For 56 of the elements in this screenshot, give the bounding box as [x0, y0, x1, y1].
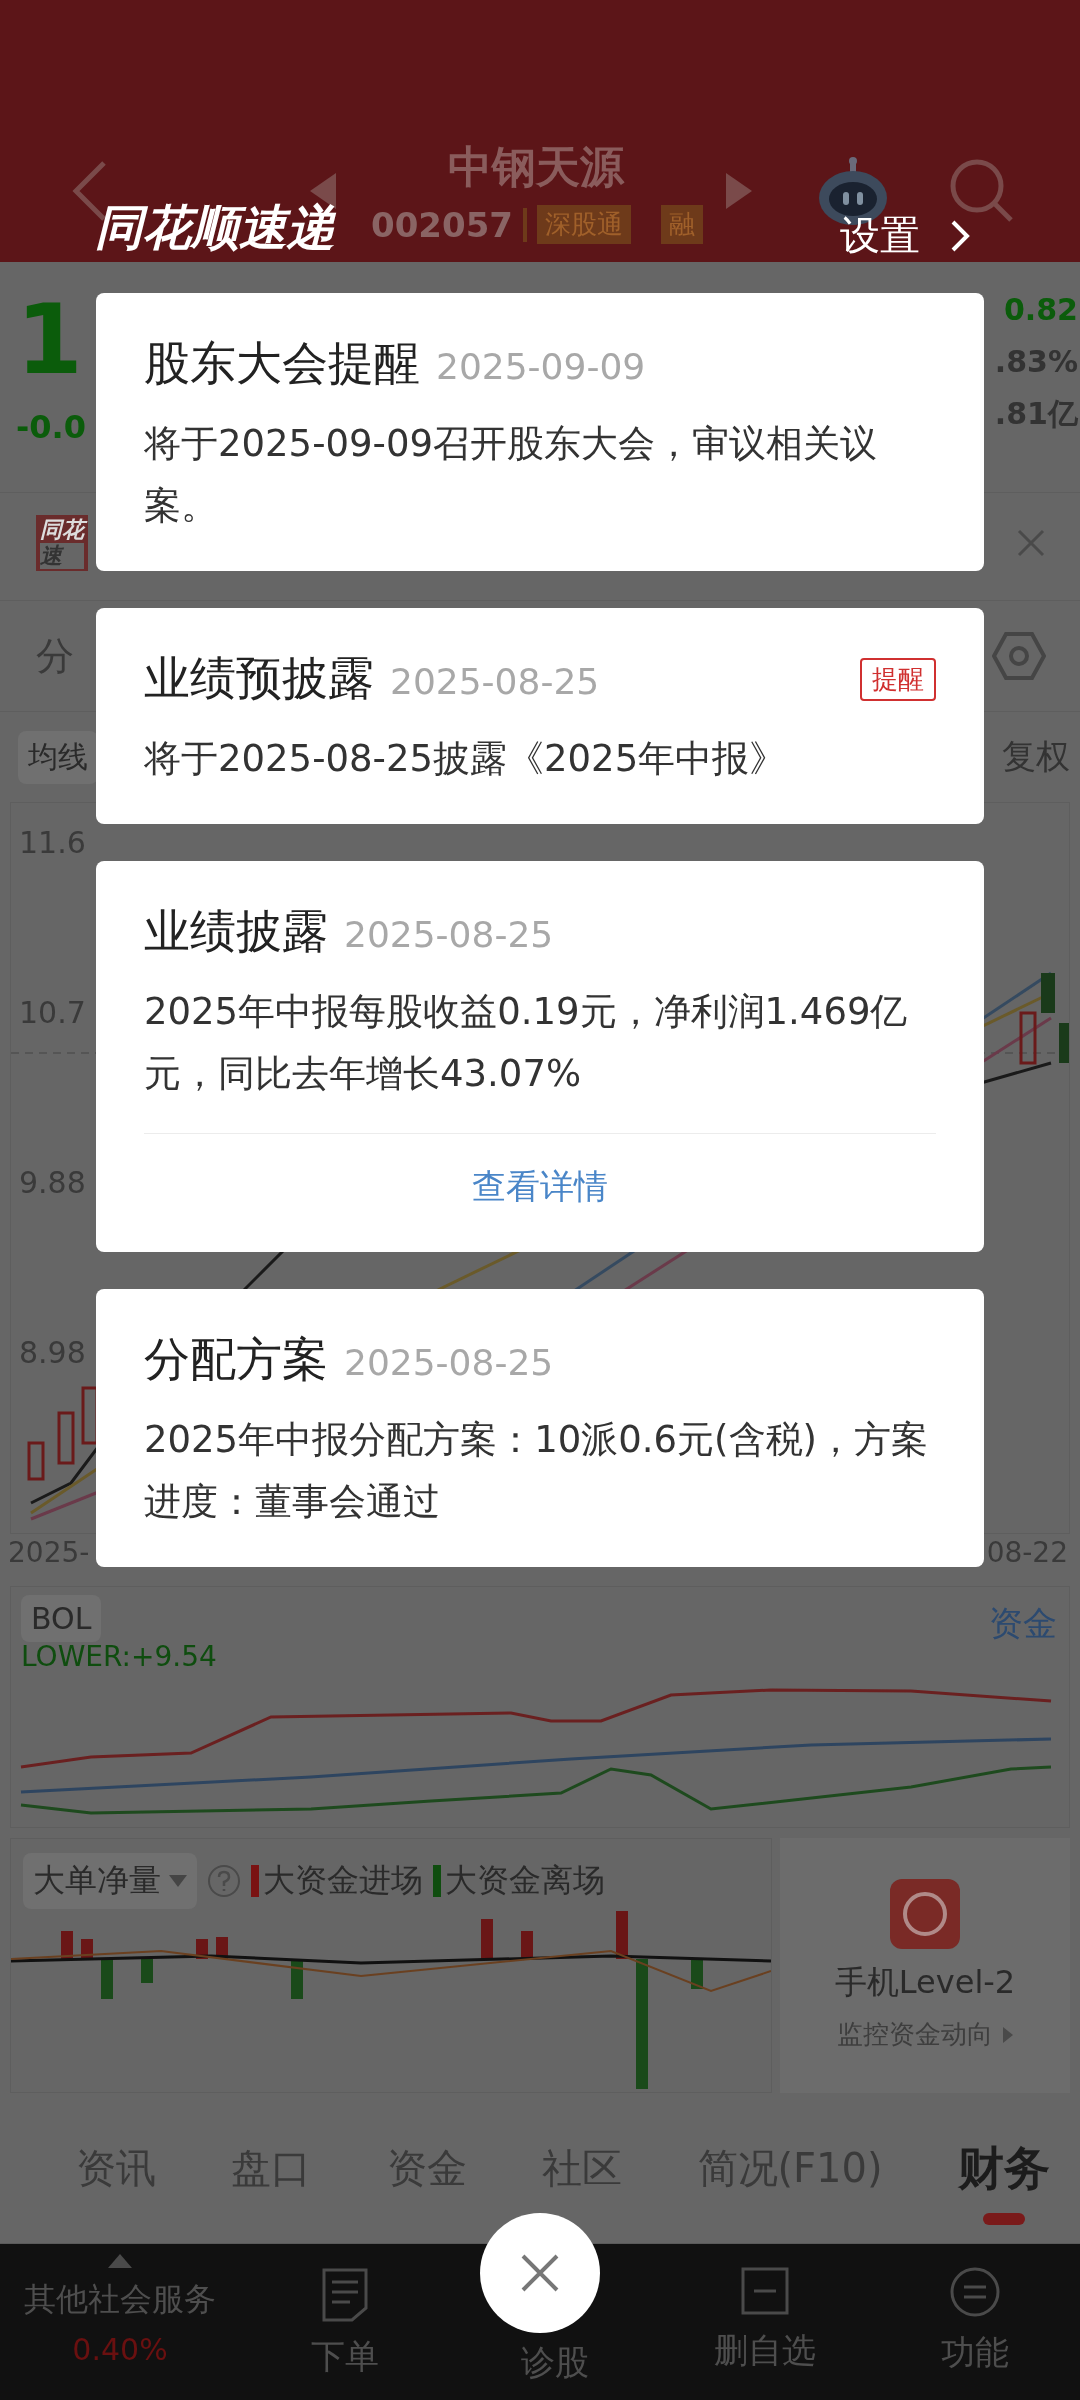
help-icon[interactable]: [207, 1864, 241, 1898]
service-label[interactable]: 其他社会服务: [24, 2278, 216, 2322]
bottom-action[interactable]: 诊股: [450, 2340, 660, 2387]
stock-price: 1: [16, 290, 84, 390]
close-icon: [520, 2253, 560, 2293]
notice-date: 2025-08-25: [390, 661, 600, 702]
caret-icon: [1003, 2026, 1013, 2043]
next-icon[interactable]: [726, 173, 752, 209]
notice-title: 股东大会提醒: [144, 335, 420, 392]
stock-code: 002057: [371, 204, 513, 245]
notice-text: 将于2025-09-09召开股东大会，审议相关议案。: [144, 421, 879, 529]
notice-title: 分配方案: [144, 1331, 328, 1388]
document-icon: [320, 2266, 370, 2322]
bottom-action[interactable]: 删自选: [660, 2244, 870, 2375]
section-tab[interactable]: 财务: [958, 2143, 1050, 2193]
promo-title: 手机Level-2: [834, 1962, 1016, 2003]
candlestick: [27, 1441, 45, 1481]
menu-icon: [949, 2266, 1001, 2318]
notice-text: 2025年中报每股收益0.19元，净利润1.469亿元，同比去年增长43.07%: [144, 989, 909, 1097]
indicator-dropdown[interactable]: 大单净量: [23, 1853, 197, 1909]
candlestick: [1059, 1023, 1069, 1063]
notice-text: 将于2025-08-25披露《2025年中报》: [144, 736, 788, 782]
level-two-icon: [890, 1879, 960, 1949]
quote-stat: 0.82: [1003, 292, 1078, 328]
legend-label: 大资金离场: [445, 1860, 605, 1901]
legend-label: 大资金进场: [263, 1860, 423, 1901]
notice-text: 2025年中报分配方案：10派0.6元(含税)，方案进度：董事会通过: [144, 1417, 929, 1525]
chevron-icon: [950, 218, 970, 253]
price-change: -0.0: [16, 408, 86, 446]
candlestick: [1019, 1011, 1037, 1065]
up-triangle-icon: [108, 2254, 132, 2268]
search-icon[interactable]: [949, 158, 1015, 224]
service-change: 0.40%: [72, 2332, 168, 2367]
bottom-action[interactable]: 功能: [870, 2244, 1080, 2377]
notice-date: 2025-09-09: [436, 346, 646, 387]
notice-date: 2025-08-25: [344, 1342, 554, 1383]
caret-icon: [169, 1875, 187, 1887]
settings-button[interactable]: 设置: [840, 208, 970, 263]
minus-box-icon: [740, 2266, 790, 2316]
reminder-badge: 提醒: [860, 657, 936, 701]
stock-name: 中钢天源: [448, 139, 624, 194]
funds-link[interactable]: 资金: [989, 1601, 1057, 1647]
notice-title: 业绩预披露: [144, 650, 374, 707]
notice-date: 2025-08-25: [344, 914, 554, 955]
settings-icon[interactable]: [992, 631, 1046, 681]
indicator-chip[interactable]: BOL: [21, 1595, 102, 1642]
notice-title: 业绩披露: [144, 903, 328, 960]
candlestick: [1041, 973, 1055, 1013]
candlestick: [57, 1411, 75, 1465]
app-logo: 同花顺速递: [95, 198, 335, 257]
details-link[interactable]: 查看详情: [472, 1164, 608, 1210]
bottom-action[interactable]: 下单: [240, 2244, 450, 2381]
indicator-value: LOWER:+9.54: [21, 1640, 217, 1673]
tab-underline: [983, 2213, 1025, 2225]
indicator-chip[interactable]: 均线: [18, 730, 98, 784]
close-icon[interactable]: [1016, 528, 1046, 558]
